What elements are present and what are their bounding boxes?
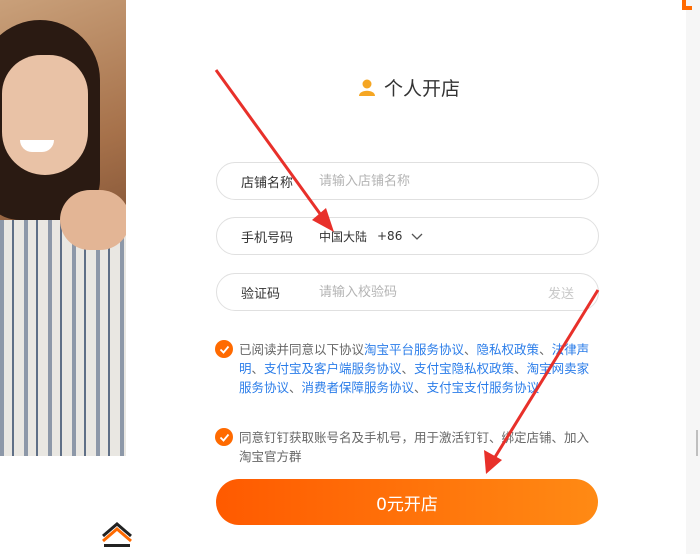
link-taobao-platform[interactable]: 淘宝平台服务协议 bbox=[364, 342, 464, 357]
verify-code-label: 验证码 bbox=[241, 286, 281, 302]
separator: 、 bbox=[464, 342, 477, 357]
agreement-checkbox-1[interactable] bbox=[215, 340, 233, 358]
agreement-text-1: 已阅读并同意以下协议淘宝平台服务协议、隐私权政策、法律声明、支付宝及客户端服务协… bbox=[239, 340, 599, 397]
shop-name-input[interactable] bbox=[317, 172, 541, 190]
page-title-row: 个人开店 bbox=[358, 72, 460, 102]
link-alipay-privacy[interactable]: 支付宝隐私权政策 bbox=[414, 361, 514, 376]
verify-code-input[interactable] bbox=[317, 283, 541, 301]
separator: 、 bbox=[401, 361, 415, 376]
link-consumer-protection[interactable]: 消费者保障服务协议 bbox=[302, 380, 415, 395]
separator: 、 bbox=[414, 380, 427, 395]
country-code[interactable]: +86 bbox=[377, 229, 402, 243]
agreement-prefix: 已阅读并同意以下协议 bbox=[239, 342, 365, 357]
phone-field[interactable]: 手机号码 中国大陆 +86 bbox=[216, 217, 599, 255]
phone-label: 手机号码 bbox=[241, 230, 294, 246]
scrollbar[interactable] bbox=[696, 430, 698, 456]
shop-name-field[interactable]: 店铺名称 bbox=[216, 162, 599, 200]
check-icon bbox=[219, 345, 229, 354]
arrow-to-phone-field bbox=[214, 69, 334, 232]
link-alipay-payment[interactable]: 支付宝支付服务协议 bbox=[427, 380, 540, 395]
separator: 、 bbox=[289, 380, 302, 395]
region-select[interactable]: 中国大陆 bbox=[319, 228, 367, 245]
promo-photo bbox=[0, 0, 126, 456]
check-icon bbox=[219, 433, 229, 442]
link-privacy-policy[interactable]: 隐私权政策 bbox=[477, 342, 540, 357]
chevron-down-icon[interactable] bbox=[411, 230, 423, 242]
corner-logo-icon bbox=[682, 0, 692, 10]
agreement-text-2: 同意钉钉获取账号名及手机号，用于激活钉钉、绑定店铺、加入淘宝官方群 bbox=[239, 430, 590, 464]
agreement-checkbox-2[interactable] bbox=[215, 428, 233, 446]
agreement-row-2: 同意钉钉获取账号名及手机号，用于激活钉钉、绑定店铺、加入淘宝官方群 bbox=[215, 428, 605, 466]
send-code-button[interactable]: 发送 bbox=[548, 283, 574, 302]
link-alipay-client[interactable]: 支付宝及客户端服务协议 bbox=[264, 361, 402, 376]
shop-name-label: 店铺名称 bbox=[241, 175, 294, 191]
right-edge bbox=[686, 0, 700, 554]
separator: 、 bbox=[251, 361, 265, 376]
taobao-logo-icon bbox=[102, 522, 132, 547]
separator: 、 bbox=[539, 342, 552, 357]
agreement-row-1: 已阅读并同意以下协议淘宝平台服务协议、隐私权政策、法律声明、支付宝及客户端服务协… bbox=[215, 340, 605, 397]
person-icon bbox=[359, 79, 375, 96]
verify-code-field[interactable]: 验证码 发送 bbox=[216, 273, 599, 311]
open-shop-button[interactable]: 0元开店 bbox=[216, 479, 598, 525]
page-title: 个人开店 bbox=[384, 77, 461, 100]
separator: 、 bbox=[514, 361, 527, 376]
